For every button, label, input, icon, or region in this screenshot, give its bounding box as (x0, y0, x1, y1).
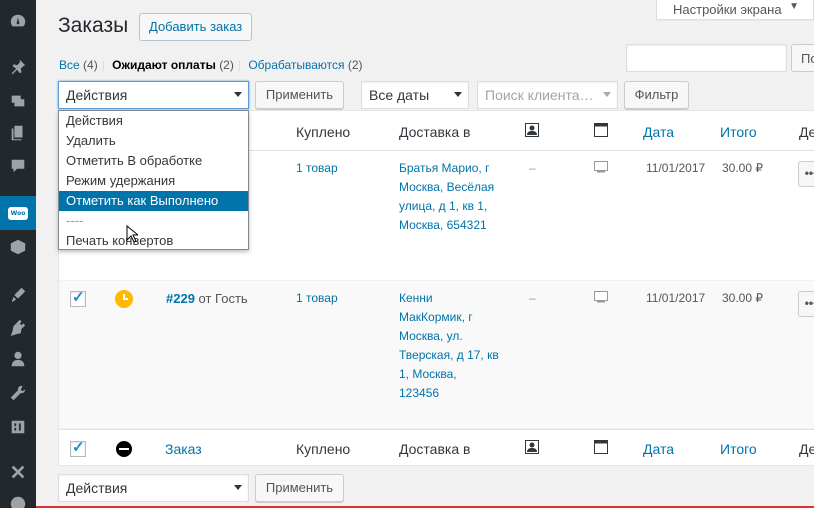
option-actions[interactable]: Действия (59, 111, 248, 131)
status-processing-link[interactable]: Обрабатываются (248, 58, 344, 72)
option-mark-processing[interactable]: Отметить В обработке (59, 151, 248, 171)
column-purchased: Куплено (296, 441, 351, 457)
order-customer: от Гость (198, 291, 248, 306)
caret-down-icon (603, 92, 611, 97)
row-date: 11/01/2017 (646, 291, 706, 305)
customer-placeholder: Поиск клиента… (485, 87, 594, 103)
caret-down-icon (234, 92, 242, 97)
pin-icon[interactable] (6, 55, 30, 79)
column-total[interactable]: Итого (720, 124, 757, 140)
filter-button[interactable]: Фильтр (624, 81, 689, 109)
plugins-icon[interactable] (6, 315, 30, 339)
option-separator: ---- (66, 213, 84, 228)
appearance-icon[interactable] (6, 283, 30, 307)
row-ship-to[interactable]: Кенни МакКормик, г Москва, ул. Тверская,… (399, 289, 499, 403)
column-ship-to: Доставка в (399, 124, 471, 140)
dashboard-icon[interactable] (6, 9, 30, 33)
column-order[interactable]: Заказ (165, 441, 202, 457)
row-customer-message: – (529, 291, 536, 305)
mouse-cursor-icon (126, 224, 140, 246)
status-all-link[interactable]: Все (59, 58, 80, 72)
option-delete[interactable]: Удалить (59, 131, 248, 151)
bulk-actions-dropdown: Действия Удалить Отметить В обработке Ре… (58, 110, 249, 250)
collapse-icon[interactable] (6, 460, 30, 484)
comments-icon[interactable] (6, 154, 30, 178)
order-notes-icon[interactable] (594, 440, 608, 457)
row-total: 30.00 ₽ (722, 161, 763, 175)
divider: | (101, 58, 105, 72)
note-icon (594, 161, 608, 176)
table-footer: ✓ Заказ Куплено Доставка в Дата Итого Де (59, 429, 814, 467)
media-icon[interactable] (6, 89, 30, 113)
order-notes-icon[interactable] (594, 123, 608, 140)
column-actions: Де (799, 124, 814, 140)
row-customer-message: – (529, 161, 536, 175)
search-button[interactable]: По (791, 44, 814, 72)
dates-value: Все даты (369, 87, 430, 103)
page-title: Заказы (58, 14, 129, 37)
row-date: 11/01/2017 (646, 161, 706, 175)
option-on-hold[interactable]: Режим удержания (59, 171, 248, 191)
divider: | (237, 58, 241, 72)
apply-button[interactable]: Применить (255, 81, 344, 109)
bulk-actions-value: Действия (66, 480, 128, 496)
row-action-button[interactable]: ••• (798, 161, 814, 187)
bulk-actions-value: Действия (66, 87, 128, 103)
bulk-actions-select-bottom[interactable]: Действия (58, 474, 249, 502)
select-all-checkbox[interactable]: ✓ (70, 439, 86, 457)
status-all-count: (4) (83, 58, 98, 72)
column-total[interactable]: Итого (720, 441, 757, 457)
bulk-actions-select[interactable]: Действия (58, 81, 249, 109)
customer-message-icon[interactable] (525, 440, 539, 457)
order-number-link[interactable]: #229 (166, 291, 195, 306)
woocommerce-icon[interactable]: Woo (6, 201, 30, 225)
checkmark-icon: ✓ (72, 439, 85, 456)
add-order-button[interactable]: Добавить заказ (139, 13, 253, 41)
products-icon[interactable] (6, 235, 30, 259)
search-input[interactable] (626, 44, 787, 72)
row-purchased[interactable]: 1 товар (296, 289, 338, 308)
row-checkbox[interactable]: ✓ (70, 289, 86, 307)
column-actions: Де (799, 441, 814, 457)
pending-clock-icon (115, 290, 133, 308)
row-order: #229 от Гость (166, 289, 248, 308)
status-column-icon (116, 441, 132, 457)
status-pending-count: (2) (219, 58, 234, 72)
play-icon[interactable] (6, 492, 30, 508)
status-filter-links: Все (4) | Ожидают оплаты (2) | Обрабатываю… (59, 58, 363, 72)
screen-options-button[interactable]: Настройки экрана ▼ (656, 0, 814, 20)
users-icon[interactable] (6, 347, 30, 371)
screen-options-label: Настройки экрана (673, 2, 782, 17)
note-icon (594, 291, 608, 306)
status-pending-link[interactable]: Ожидают оплаты (112, 58, 216, 72)
apply-button-bottom[interactable]: Применить (255, 474, 344, 502)
caret-down-icon (234, 485, 242, 490)
row-ship-to[interactable]: Братья Марио, г Москва, Весёлая улица, д… (399, 159, 499, 235)
caret-down-icon (454, 92, 462, 97)
row-purchased[interactable]: 1 товар (296, 159, 338, 178)
row-total: 30.00 ₽ (722, 291, 763, 305)
customer-message-icon[interactable] (525, 123, 539, 140)
checkmark-icon: ✓ (72, 289, 85, 306)
chevron-down-icon: ▼ (789, 1, 799, 12)
settings-icon[interactable] (6, 415, 30, 439)
option-print-envelopes[interactable]: Печать конвертов (59, 231, 248, 251)
column-purchased: Куплено (296, 124, 351, 140)
status-processing-count: (2) (347, 58, 363, 72)
table-row[interactable]: ✓ #229 от Гость 1 товар Кенни МакКормик,… (59, 281, 814, 429)
column-date[interactable]: Дата (643, 441, 674, 457)
pages-icon[interactable] (6, 121, 30, 145)
option-mark-completed[interactable]: Отметить как Выполнено (59, 191, 248, 211)
row-action-button[interactable]: ••• (798, 291, 814, 317)
admin-sidebar: Woo (0, 0, 36, 508)
column-ship-to: Доставка в (399, 441, 471, 457)
column-date[interactable]: Дата (643, 124, 674, 140)
dates-select[interactable]: Все даты (361, 81, 469, 109)
tools-icon[interactable] (6, 381, 30, 405)
customer-search-select[interactable]: Поиск клиента… (477, 81, 618, 109)
